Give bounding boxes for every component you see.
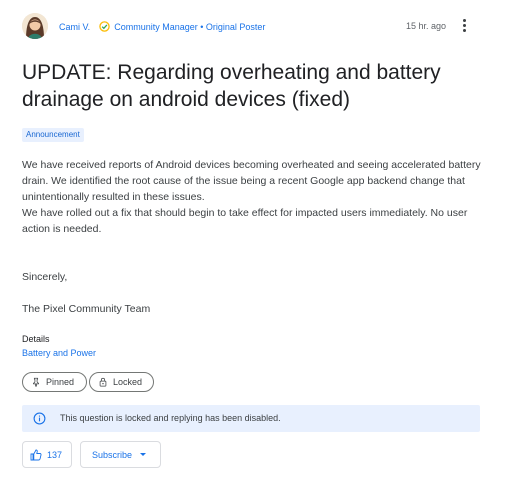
- locked-label: Locked: [113, 377, 143, 387]
- author-name[interactable]: Cami V.: [59, 22, 90, 32]
- post-header: Cami V. Community Manager • Original Pos…: [22, 13, 477, 41]
- sign-off: Sincerely,: [22, 271, 68, 283]
- author-role: Community Manager • Original Poster: [114, 22, 266, 32]
- post-body-paragraph: We have rolled out a fix that should beg…: [22, 207, 468, 235]
- thumb-up-icon: [30, 449, 42, 460]
- locked-notice: This question is locked and replying has…: [22, 405, 480, 432]
- lock-icon: [99, 377, 107, 387]
- details-label: Details: [22, 334, 50, 344]
- more-vert-icon[interactable]: [461, 19, 467, 35]
- category-link[interactable]: Battery and Power: [22, 348, 96, 358]
- pinned-label: Pinned: [46, 377, 75, 387]
- avatar[interactable]: [22, 13, 48, 39]
- locked-chip: Locked: [89, 372, 154, 392]
- info-icon: [33, 412, 46, 425]
- verified-badge-icon: [98, 21, 110, 32]
- pin-icon: [33, 377, 39, 387]
- like-count: 137: [47, 449, 63, 460]
- chevron-down-icon: [140, 453, 147, 456]
- pinned-chip: Pinned: [22, 372, 87, 392]
- like-button[interactable]: 137: [22, 441, 72, 468]
- post-body-paragraph: We have received reports of Android devi…: [22, 159, 481, 203]
- post-body: We have received reports of Android devi…: [22, 157, 482, 237]
- subscribe-button[interactable]: Subscribe: [80, 441, 161, 468]
- signature: The Pixel Community Team: [22, 303, 151, 315]
- post-title: UPDATE: Regarding overheating and batter…: [22, 61, 441, 111]
- post-timestamp: 15 hr. ago: [405, 21, 446, 31]
- subscribe-label: Subscribe: [92, 449, 133, 460]
- notice-text: This question is locked and replying has…: [60, 413, 281, 423]
- announcement-tag: Announcement: [22, 128, 84, 142]
